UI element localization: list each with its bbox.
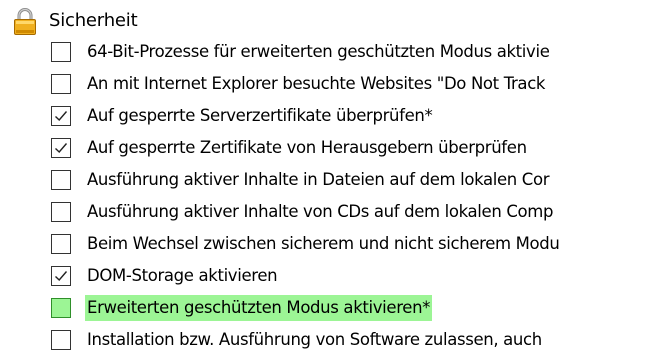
checkmark-icon xyxy=(55,271,68,282)
checkbox[interactable] xyxy=(51,106,71,126)
option-label: Auf gesperrte Zertifikate von Herausgebe… xyxy=(87,138,527,157)
option-label: Ausführung aktiver Inhalte von CDs auf d… xyxy=(87,202,554,221)
checkbox[interactable] xyxy=(51,234,71,254)
security-option-1[interactable]: 64-Bit-Prozesse für erweiterten geschütz… xyxy=(51,36,650,68)
option-label: Beim Wechsel zwischen sicherem und nicht… xyxy=(87,234,560,253)
security-option-7[interactable]: Beim Wechsel zwischen sicherem und nicht… xyxy=(51,228,650,260)
checkbox[interactable] xyxy=(51,266,71,286)
checkmark-icon xyxy=(55,143,68,154)
checkbox[interactable] xyxy=(51,170,71,190)
security-options-list: 64-Bit-Prozesse für erweiterten geschütz… xyxy=(51,36,650,356)
security-option-10[interactable]: Installation bzw. Ausführung von Softwar… xyxy=(51,324,650,356)
security-option-9[interactable]: Erweiterten geschützten Modus aktivieren… xyxy=(51,292,650,324)
checkbox[interactable] xyxy=(51,138,71,158)
security-option-2[interactable]: An mit Internet Explorer besuchte Websit… xyxy=(51,68,650,100)
checkbox[interactable] xyxy=(51,74,71,94)
group-label: Sicherheit xyxy=(49,10,138,31)
checkbox[interactable] xyxy=(51,298,71,318)
option-label: Ausführung aktiver Inhalte in Dateien au… xyxy=(87,170,550,189)
checkbox[interactable] xyxy=(51,42,71,62)
option-label: An mit Internet Explorer besuchte Websit… xyxy=(87,74,546,93)
security-option-6[interactable]: Ausführung aktiver Inhalte von CDs auf d… xyxy=(51,196,650,228)
security-option-3[interactable]: Auf gesperrte Serverzertifikate überprüf… xyxy=(51,100,650,132)
security-option-4[interactable]: Auf gesperrte Zertifikate von Herausgebe… xyxy=(51,132,650,164)
option-label: Auf gesperrte Serverzertifikate überprüf… xyxy=(87,106,433,125)
checkmark-icon xyxy=(55,111,68,122)
option-label: Installation bzw. Ausführung von Softwar… xyxy=(87,330,542,349)
checkbox[interactable] xyxy=(51,330,71,350)
checkbox[interactable] xyxy=(51,202,71,222)
security-option-8[interactable]: DOM-Storage aktivieren xyxy=(51,260,650,292)
security-option-5[interactable]: Ausführung aktiver Inhalte in Dateien au… xyxy=(51,164,650,196)
option-label: 64-Bit-Prozesse für erweiterten geschütz… xyxy=(87,42,550,61)
settings-group-header[interactable]: Sicherheit xyxy=(10,6,138,36)
option-label: DOM-Storage aktivieren xyxy=(87,266,278,285)
option-label: Erweiterten geschützten Modus aktivieren… xyxy=(85,295,433,321)
lock-icon xyxy=(14,8,36,35)
